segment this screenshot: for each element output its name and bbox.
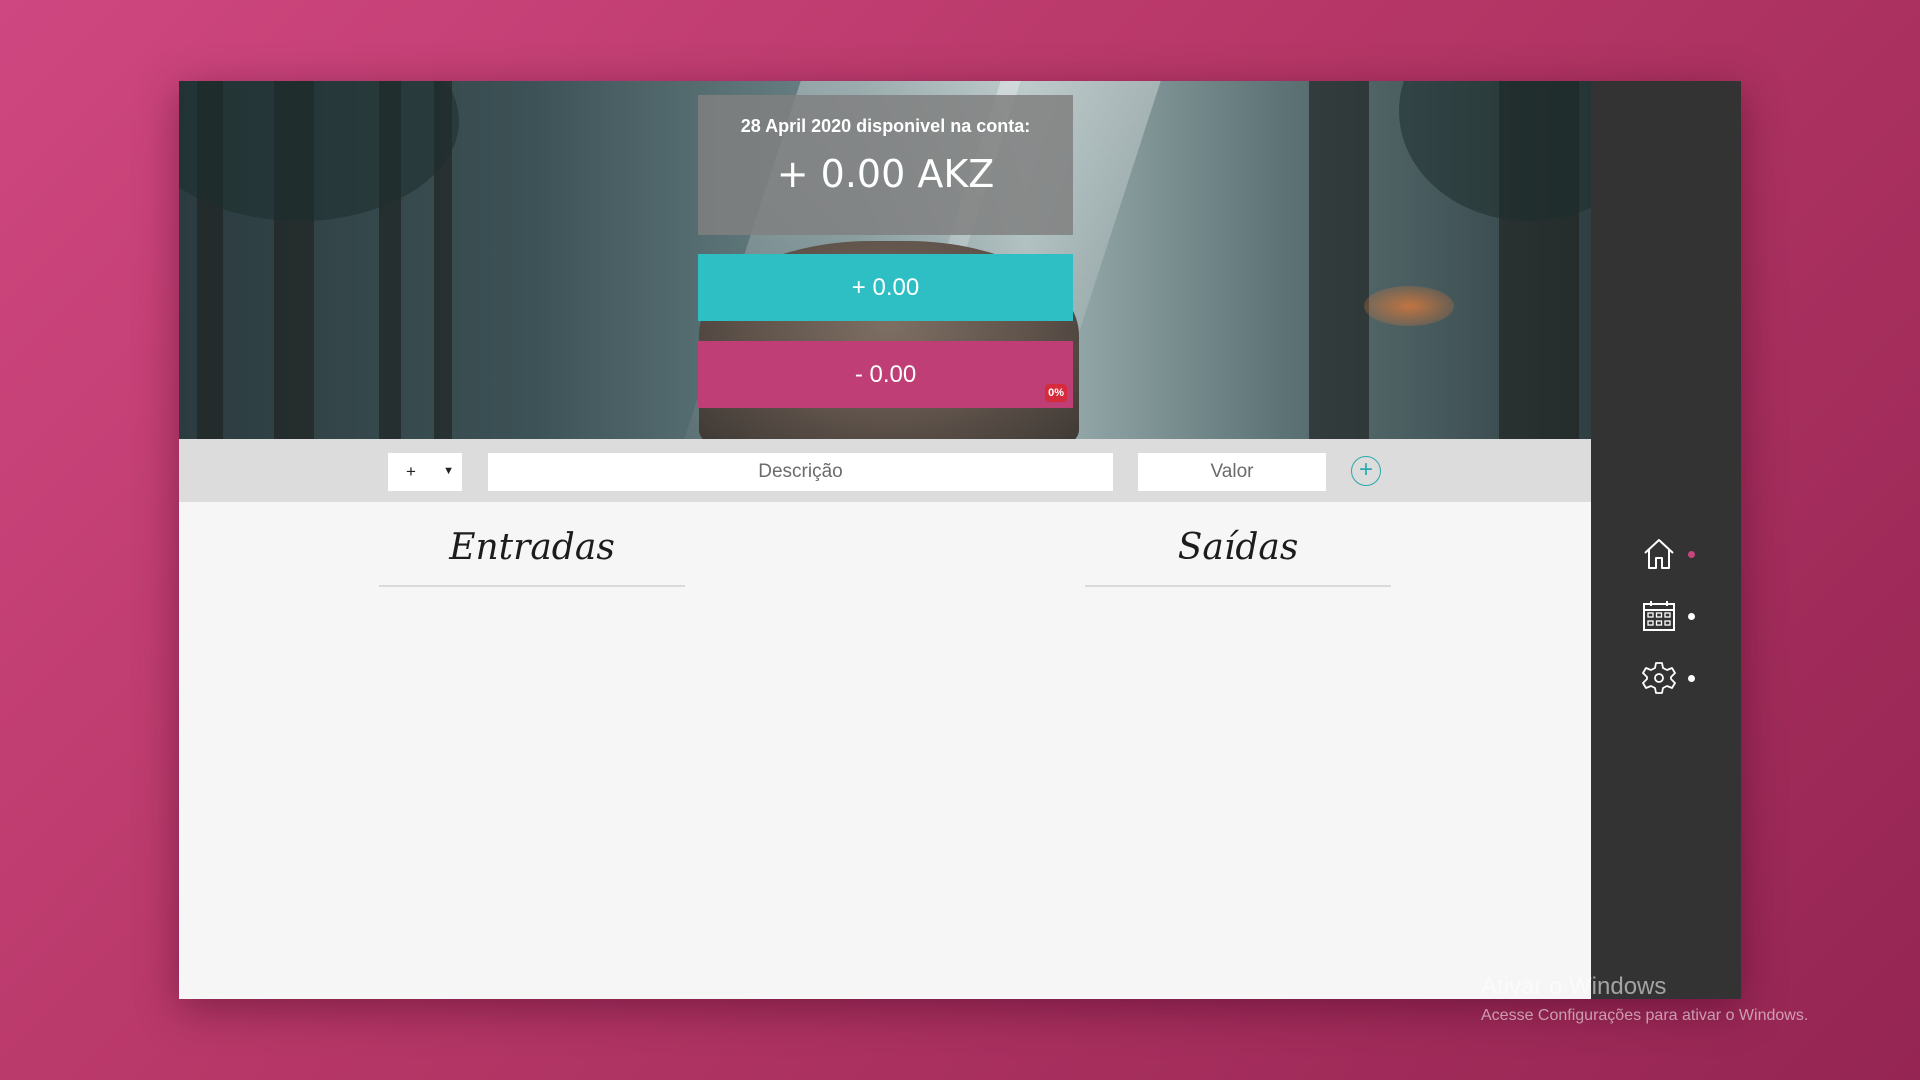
gear-icon [1642, 662, 1676, 694]
watermark-subtitle: Acesse Configurações para ativar o Windo… [1481, 1007, 1809, 1024]
plus-icon: + [1358, 456, 1373, 483]
income-column-divider [379, 585, 685, 587]
income-column-title: Entradas [449, 527, 615, 568]
add-entry-button[interactable]: + [1351, 456, 1381, 486]
income-list [379, 601, 685, 981]
balance-amount: + 0.00 AKZ [776, 152, 995, 196]
chevron-down-icon: ▼ [443, 465, 454, 477]
windows-activation-watermark: Ativar o Windows Acesse Configurações pa… [1481, 973, 1808, 1025]
sidebar [1591, 81, 1741, 999]
expense-list [1085, 601, 1391, 981]
indicator-dot [1688, 675, 1695, 682]
sidebar-item-home[interactable] [1641, 536, 1711, 576]
income-total-label: + 0.00 [851, 273, 920, 301]
app-window: 28 April 2020 disponivel na conta: + 0.0… [179, 81, 1741, 999]
type-select-value: + [406, 462, 416, 481]
entry-form: + ▼ + [179, 439, 1591, 502]
expense-percent-badge: 0% [1045, 384, 1067, 402]
indicator-dot [1688, 613, 1695, 620]
home-icon [1644, 539, 1674, 569]
value-input[interactable] [1138, 453, 1326, 491]
type-select[interactable]: + ▼ [388, 453, 462, 491]
sidebar-item-settings[interactable] [1641, 660, 1711, 700]
watermark-title: Ativar o Windows [1481, 973, 1667, 1000]
income-total-button[interactable]: + 0.00 [698, 254, 1073, 321]
expense-column-divider [1085, 585, 1391, 587]
expense-total-label: - 0.00 [854, 360, 917, 388]
description-input[interactable] [488, 453, 1113, 491]
expense-column-title: Saídas [1177, 527, 1299, 568]
balance-card: 28 April 2020 disponivel na conta: + 0.0… [698, 95, 1073, 235]
balance-title: 28 April 2020 disponivel na conta: [740, 116, 1031, 136]
expense-total-button[interactable]: - 0.00 0% [698, 341, 1073, 408]
active-indicator-dot [1688, 551, 1695, 558]
main-panel: 28 April 2020 disponivel na conta: + 0.0… [179, 81, 1591, 999]
sidebar-item-calendar[interactable] [1641, 598, 1711, 638]
calendar-icon [1643, 601, 1675, 631]
